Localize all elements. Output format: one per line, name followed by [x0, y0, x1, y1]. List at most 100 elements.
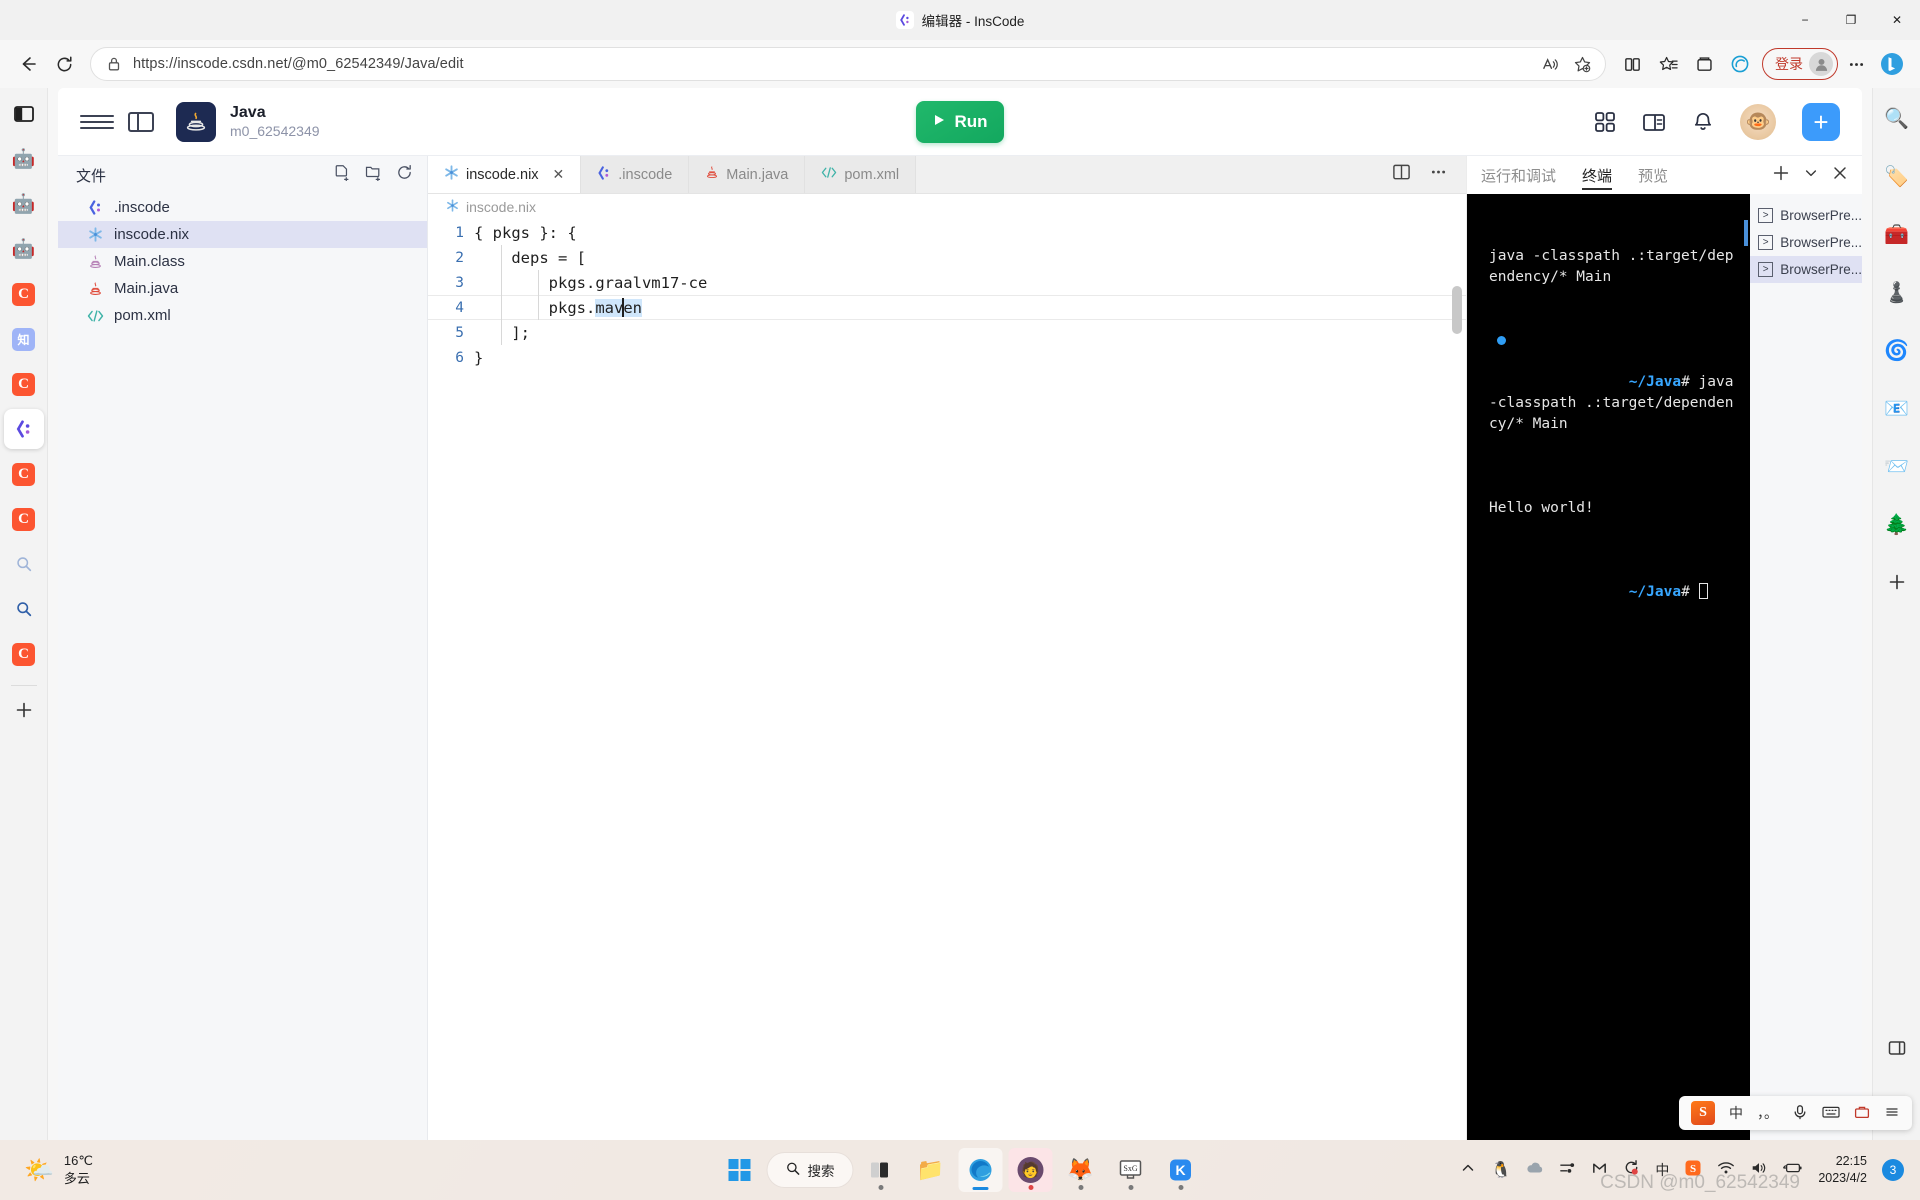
- browser-essentials-icon[interactable]: [1722, 46, 1758, 82]
- drop-icon[interactable]: 📨: [1877, 446, 1917, 486]
- office-icon[interactable]: 🌀: [1877, 330, 1917, 370]
- terminal-session-item[interactable]: > BrowserPre...: [1750, 202, 1862, 229]
- refresh-icon[interactable]: [396, 164, 413, 186]
- tab-main-java[interactable]: Main.java: [689, 156, 805, 193]
- wifi-icon[interactable]: [1717, 1160, 1735, 1181]
- task-view-icon[interactable]: [859, 1148, 903, 1192]
- csdn-icon[interactable]: C: [4, 634, 44, 674]
- bilibili-icon[interactable]: 🤖: [4, 184, 44, 224]
- terminal-session-item[interactable]: > BrowserPre...: [1750, 229, 1862, 256]
- taskbar-clock[interactable]: 22:15 2023/4/2: [1818, 1153, 1867, 1187]
- terminal-session-item-selected[interactable]: > BrowserPre...: [1750, 256, 1862, 283]
- hamburger-menu-icon[interactable]: [80, 115, 114, 129]
- breadcrumb[interactable]: inscode.nix: [428, 194, 1466, 220]
- reload-icon[interactable]: [46, 46, 82, 82]
- search-tab-icon[interactable]: [4, 544, 44, 584]
- taskbar-search[interactable]: 搜索: [768, 1153, 853, 1187]
- address-bar-url[interactable]: https://inscode.csdn.net/@m0_62542349/Ja…: [133, 56, 464, 72]
- screen-recorder-icon[interactable]: [1623, 1159, 1640, 1181]
- search-tab-icon[interactable]: [4, 589, 44, 629]
- bing-copilot-icon[interactable]: [1874, 46, 1910, 82]
- csdn-icon[interactable]: C: [4, 274, 44, 314]
- run-button[interactable]: Run: [916, 101, 1004, 143]
- outlook-icon[interactable]: 📧: [1877, 388, 1917, 428]
- file-item-inscode-nix[interactable]: inscode.nix: [58, 221, 427, 248]
- split-editor-icon[interactable]: [1392, 163, 1411, 186]
- settings-sliders-icon[interactable]: [1559, 1160, 1576, 1181]
- kugou-icon[interactable]: K: [1159, 1148, 1203, 1192]
- login-button[interactable]: 登录: [1762, 48, 1838, 80]
- snipaste-icon[interactable]: SxG: [1109, 1148, 1153, 1192]
- csdn-icon[interactable]: C: [4, 499, 44, 539]
- add-terminal-icon[interactable]: [1772, 164, 1790, 187]
- active-tab[interactable]: 编辑器 - InsCode: [0, 0, 1920, 40]
- microphone-icon[interactable]: [1792, 1104, 1808, 1123]
- microsoft-edge-icon[interactable]: [959, 1148, 1003, 1192]
- inscode-icon[interactable]: [4, 409, 44, 449]
- bilibili-icon[interactable]: 🤖: [4, 139, 44, 179]
- bilibili-icon[interactable]: 🤖: [4, 229, 44, 269]
- ime-punctuation-label[interactable]: ，。: [1757, 1103, 1778, 1123]
- code-area[interactable]: 1 { pkgs }: { 2 deps = [ 3 pkgs.graalvm1…: [428, 220, 1466, 1140]
- new-file-icon[interactable]: [334, 164, 351, 186]
- ime-toolbar[interactable]: S 中 ，。: [1679, 1096, 1912, 1130]
- favorites-list-icon[interactable]: [1650, 46, 1686, 82]
- add-tab-button[interactable]: [4, 690, 44, 730]
- file-item-inscode[interactable]: .inscode: [58, 194, 427, 221]
- close-panel-icon[interactable]: [1832, 165, 1848, 186]
- ime-toolbox-icon[interactable]: [1854, 1104, 1870, 1123]
- file-item-main-java[interactable]: Main.java: [58, 275, 427, 302]
- add-favorite-star-icon[interactable]: [1567, 49, 1597, 79]
- wechat-avatar-icon[interactable]: 🧑: [1009, 1148, 1053, 1192]
- layout-panel-icon[interactable]: [1642, 111, 1666, 133]
- file-explorer-icon[interactable]: 📁: [909, 1148, 953, 1192]
- bell-icon[interactable]: [1692, 111, 1714, 133]
- browser-panel-icon[interactable]: [1877, 1028, 1917, 1068]
- weather-widget[interactable]: 🌤️ 16℃ 多云: [0, 1152, 93, 1187]
- add-sidebar-app-button[interactable]: [1877, 562, 1917, 602]
- sogou-ime-icon[interactable]: S: [1684, 1159, 1702, 1182]
- ime-chinese-icon[interactable]: 中: [1655, 1160, 1669, 1180]
- read-aloud-icon[interactable]: [1535, 49, 1565, 79]
- collections-icon[interactable]: [1686, 46, 1722, 82]
- back-arrow-icon[interactable]: [10, 46, 46, 82]
- firefox-icon[interactable]: 🦊: [1059, 1148, 1103, 1192]
- tab-pom-xml[interactable]: pom.xml: [805, 156, 916, 193]
- close-button[interactable]: ✕: [1874, 0, 1920, 40]
- games-icon[interactable]: ♟️: [1877, 272, 1917, 312]
- tools-icon[interactable]: 🧰: [1877, 214, 1917, 254]
- notification-badge[interactable]: 3: [1882, 1159, 1904, 1181]
- tab-actions-icon[interactable]: [4, 94, 44, 134]
- show-hidden-icons-icon[interactable]: [1460, 1160, 1476, 1181]
- tab-run-and-debug[interactable]: 运行和调试: [1481, 156, 1556, 194]
- volume-icon[interactable]: [1750, 1160, 1768, 1181]
- windows-start-icon[interactable]: [718, 1148, 762, 1192]
- chevron-down-icon[interactable]: [1804, 166, 1818, 185]
- new-folder-icon[interactable]: [365, 164, 382, 186]
- zhihu-icon[interactable]: 知: [4, 319, 44, 359]
- more-actions-icon[interactable]: [1429, 163, 1448, 186]
- onedrive-icon[interactable]: [1526, 1160, 1544, 1181]
- new-project-button[interactable]: +: [1802, 103, 1840, 141]
- file-item-main-class[interactable]: Main.class: [58, 248, 427, 275]
- shopping-tag-icon[interactable]: 🏷️: [1877, 156, 1917, 196]
- tab-preview[interactable]: 预览: [1638, 156, 1668, 194]
- csdn-icon[interactable]: C: [4, 454, 44, 494]
- file-item-pom-xml[interactable]: pom.xml: [58, 302, 427, 329]
- split-screen-icon[interactable]: [1614, 46, 1650, 82]
- terminal-scrollbar[interactable]: [1744, 220, 1748, 246]
- mediamonkey-icon[interactable]: [1591, 1160, 1608, 1181]
- terminal-output[interactable]: java -classpath .:target/dependency/* Ma…: [1467, 194, 1750, 1140]
- tab-inscode[interactable]: .inscode: [581, 156, 689, 193]
- more-options-icon[interactable]: [1838, 46, 1874, 82]
- ime-menu-icon[interactable]: [1884, 1104, 1900, 1123]
- maximize-button[interactable]: ❐: [1828, 0, 1874, 40]
- battery-icon[interactable]: [1783, 1161, 1803, 1180]
- apps-grid-icon[interactable]: [1594, 111, 1616, 133]
- ime-mode-label[interactable]: 中: [1729, 1103, 1743, 1123]
- minimize-button[interactable]: −: [1782, 0, 1828, 40]
- address-bar[interactable]: https://inscode.csdn.net/@m0_62542349/Ja…: [90, 47, 1606, 81]
- tab-inscode-nix[interactable]: inscode.nix ✕: [428, 156, 581, 193]
- search-sidebar-icon[interactable]: 🔍: [1877, 98, 1917, 138]
- user-avatar-icon[interactable]: 🐵: [1740, 104, 1776, 140]
